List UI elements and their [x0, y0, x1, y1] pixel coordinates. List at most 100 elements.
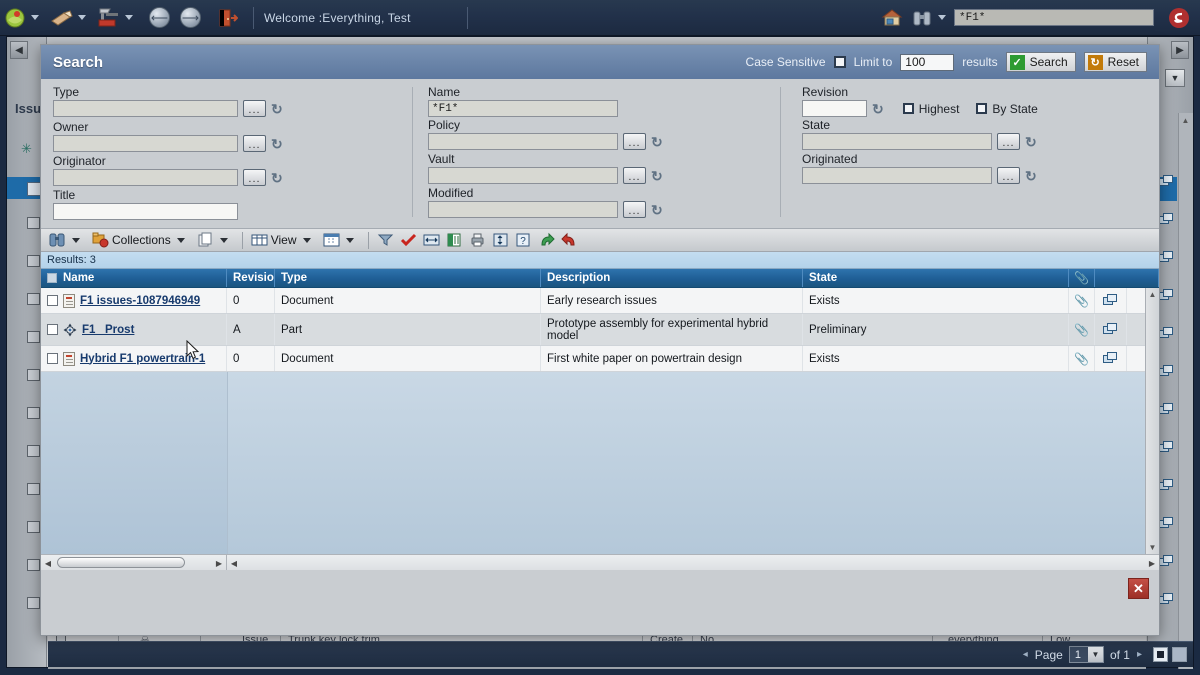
copy-icon[interactable] — [1159, 175, 1175, 189]
back-button[interactable]: ⟵ — [147, 0, 172, 36]
paperclip-icon[interactable]: 📎 — [1074, 294, 1089, 308]
background-row-checkbox[interactable] — [27, 445, 40, 457]
search-tool-button[interactable] — [47, 230, 88, 251]
revision-input[interactable] — [802, 100, 867, 117]
chevron-down-icon[interactable] — [78, 15, 86, 20]
hscroll-track[interactable] — [55, 555, 212, 571]
demote-icon[interactable] — [560, 232, 578, 248]
select-all-button[interactable] — [398, 230, 419, 251]
hscroll-track[interactable] — [241, 555, 1145, 571]
policy-refresh-icon[interactable]: ↻ — [651, 135, 663, 149]
help-icon[interactable]: ? — [515, 232, 532, 248]
copy-icon[interactable] — [1102, 351, 1119, 366]
by-state-checkbox[interactable] — [976, 103, 988, 114]
checkmark-icon[interactable] — [400, 232, 417, 248]
cell-attachment[interactable]: 📎 — [1069, 314, 1095, 345]
cell-copy[interactable] — [1095, 346, 1127, 371]
exit-button[interactable] — [213, 0, 243, 36]
modified-refresh-icon[interactable]: ↻ — [651, 203, 663, 217]
background-vertical-scrollbar[interactable] — [1178, 113, 1193, 669]
quick-search-input[interactable] — [954, 9, 1154, 26]
table-hscrollbar[interactable]: ◀ ▶ — [227, 555, 1159, 571]
search-button[interactable]: ✓ Search — [1005, 52, 1076, 72]
state-picker-button[interactable]: ... — [997, 133, 1020, 150]
collapse-left-panel-icon[interactable]: ◀ — [10, 41, 28, 59]
prev-page-icon[interactable]: ◂ — [1016, 649, 1035, 660]
type-refresh-icon[interactable]: ↻ — [271, 102, 283, 116]
column-header-attachment[interactable]: 📎 — [1069, 269, 1095, 287]
view-mode-single-button[interactable] — [1153, 647, 1168, 662]
select-all-checkbox[interactable] — [47, 273, 57, 283]
limit-to-checkbox[interactable] — [833, 56, 846, 68]
column-header-copy[interactable] — [1095, 269, 1159, 287]
build-menu[interactable] — [94, 0, 141, 36]
fit-width-button[interactable] — [421, 230, 442, 251]
originated-picker-button[interactable]: ... — [997, 167, 1020, 184]
originated-refresh-icon[interactable]: ↻ — [1025, 169, 1037, 183]
promote-button[interactable] — [536, 230, 557, 251]
background-row-checkbox[interactable] — [27, 483, 40, 495]
build-menu-icon[interactable] — [96, 6, 122, 30]
background-row-checkbox[interactable] — [27, 293, 40, 305]
background-row-checkbox[interactable] — [27, 559, 40, 571]
modified-input[interactable] — [428, 201, 618, 218]
paperclip-icon[interactable]: 📎 — [1074, 352, 1089, 366]
paperclip-icon[interactable]: 📎 — [1074, 323, 1089, 337]
filter-button[interactable] — [375, 230, 396, 251]
copy-icon[interactable] — [1159, 441, 1175, 455]
type-input[interactable] — [53, 100, 238, 117]
fit-height-icon[interactable] — [492, 232, 509, 248]
search-tool-icon[interactable] — [49, 232, 66, 248]
demote-button[interactable] — [559, 230, 580, 251]
cell-name[interactable]: F1 issues-1087946949 — [41, 288, 227, 313]
chevron-down-icon[interactable] — [72, 237, 80, 243]
chevron-down-icon[interactable] — [938, 15, 946, 20]
column-header-description[interactable]: Description — [541, 269, 803, 287]
chevron-down-icon[interactable]: ▼ — [1087, 647, 1103, 662]
type-picker-button[interactable]: ... — [243, 100, 266, 117]
chevron-down-icon[interactable] — [345, 237, 354, 243]
filter-icon[interactable] — [377, 232, 394, 248]
exit-door-icon[interactable] — [215, 6, 241, 30]
state-input[interactable] — [802, 133, 992, 150]
copy-icon[interactable] — [1102, 322, 1119, 337]
vault-refresh-icon[interactable]: ↻ — [651, 169, 663, 183]
view-button[interactable]: View — [249, 230, 319, 251]
reset-button[interactable]: ↻ Reset — [1083, 52, 1147, 72]
expand-right-panel-icon[interactable]: ▶ — [1171, 41, 1189, 59]
scroll-right-icon[interactable]: ▶ — [212, 559, 226, 568]
policy-picker-button[interactable]: ... — [623, 133, 646, 150]
background-row-checkbox[interactable] — [27, 407, 40, 419]
collections-button[interactable]: Collections — [90, 230, 193, 251]
tools-menu[interactable] — [47, 0, 94, 36]
copy-icon[interactable] — [1159, 251, 1175, 265]
background-row-checkbox[interactable] — [27, 521, 40, 533]
copy-icon[interactable] — [1159, 213, 1175, 227]
background-row-checkbox[interactable] — [27, 255, 40, 267]
row-checkbox[interactable] — [47, 324, 58, 335]
column-header-name[interactable]: Name — [41, 269, 227, 287]
revision-refresh-icon[interactable]: ↻ — [872, 102, 884, 116]
page-number-select[interactable]: 1 ▼ — [1068, 646, 1104, 663]
forward-button[interactable]: ⟶ — [178, 0, 203, 36]
owner-input[interactable] — [53, 135, 238, 152]
calendar-icon[interactable] — [323, 232, 340, 248]
copy-icon[interactable] — [1102, 293, 1119, 308]
export-excel-icon[interactable] — [446, 232, 463, 248]
copy-icon[interactable] — [1159, 479, 1175, 493]
cell-copy[interactable] — [1095, 314, 1127, 345]
column-header-revision[interactable]: Revisio — [227, 269, 275, 287]
scroll-up-icon[interactable]: ▲ — [1146, 288, 1159, 301]
back-arrow-icon[interactable]: ⟵ — [149, 7, 170, 28]
export-excel-button[interactable] — [444, 230, 465, 251]
tools-menu-icon[interactable] — [49, 6, 75, 30]
owner-picker-button[interactable]: ... — [243, 135, 266, 152]
chevron-down-icon[interactable] — [219, 237, 228, 243]
globe-menu[interactable] — [0, 0, 47, 36]
table-row[interactable]: F1_ Prost A Part Prototype assembly for … — [41, 314, 1159, 346]
background-row-checkbox[interactable] — [27, 217, 40, 229]
binoculars-icon[interactable] — [909, 6, 935, 30]
home-button[interactable] — [877, 0, 907, 36]
chevron-down-icon[interactable] — [176, 237, 185, 243]
copy-icon[interactable] — [1159, 593, 1175, 607]
